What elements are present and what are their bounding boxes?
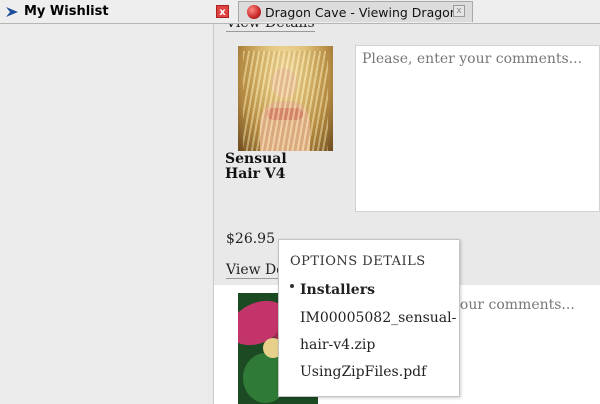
product-thumbnail[interactable]: [238, 46, 333, 151]
tab-my-wishlist[interactable]: My Wishlist: [0, 0, 236, 23]
bullet-icon: [290, 284, 294, 288]
view-details-link[interactable]: View Details: [226, 24, 315, 32]
product-title-line: Hair V4: [225, 166, 286, 182]
comment-textarea[interactable]: your comments...: [452, 297, 575, 313]
product-title-line: Sensual: [225, 151, 287, 167]
file-link[interactable]: hair-v4.zip: [300, 337, 375, 353]
popup-heading: OPTIONS DETAILS: [290, 254, 426, 269]
options-details-popup: OPTIONS DETAILS Installers IM00005082_se…: [278, 239, 460, 397]
app-logo-icon: [6, 6, 18, 17]
tab-title: Dragon Cave - Viewing Dragons: [265, 4, 465, 20]
close-icon[interactable]: x: [453, 5, 465, 17]
product-price: $26.95: [226, 231, 275, 247]
tab-dragon-cave[interactable]: Dragon Cave - Viewing Dragons x: [238, 1, 473, 22]
file-link[interactable]: UsingZipFiles.pdf: [300, 364, 426, 380]
tab-title: My Wishlist: [24, 4, 109, 19]
view-details-link[interactable]: View De: [226, 262, 285, 279]
dragon-egg-icon: [247, 5, 261, 19]
installers-label: Installers: [300, 282, 375, 298]
product-title[interactable]: Sensual Hair V4: [225, 152, 325, 182]
tab-strip: My Wishlist x Dragon Cave - Viewing Drag…: [0, 0, 600, 24]
thumbnail-hair-strands: [243, 51, 328, 151]
close-icon[interactable]: x: [216, 5, 229, 18]
sidebar-panel: [0, 24, 214, 404]
file-link[interactable]: IM00005082_sensual-: [300, 310, 456, 326]
comment-textarea[interactable]: Please, enter your comments...: [355, 45, 600, 212]
